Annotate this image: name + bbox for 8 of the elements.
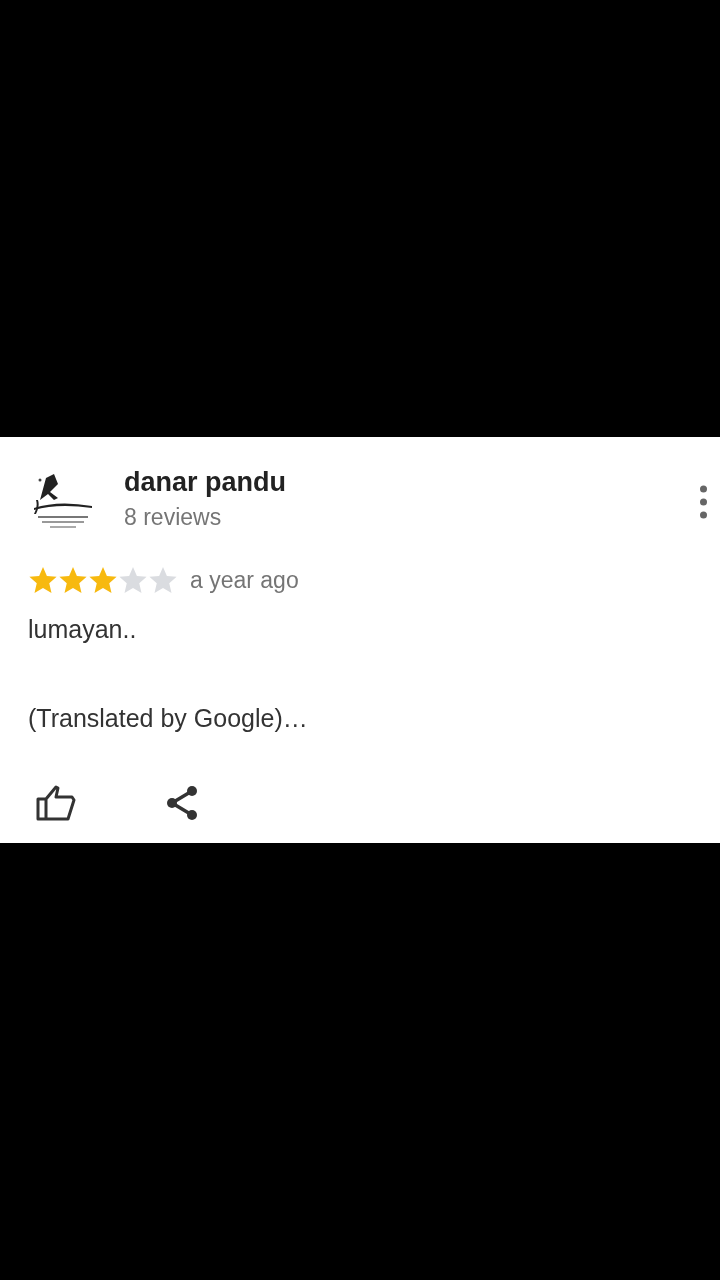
review-count: 8 reviews <box>124 504 223 531</box>
share-icon[interactable] <box>166 786 198 820</box>
translation-link[interactable]: (Translated by Google)… <box>28 704 308 733</box>
review-time: a year ago <box>190 566 299 594</box>
more-options-icon[interactable] <box>699 485 708 519</box>
author-name[interactable]: danar pandu <box>124 467 699 498</box>
thumbs-up-icon[interactable] <box>36 785 76 821</box>
review-text: lumayan.. <box>28 615 138 644</box>
